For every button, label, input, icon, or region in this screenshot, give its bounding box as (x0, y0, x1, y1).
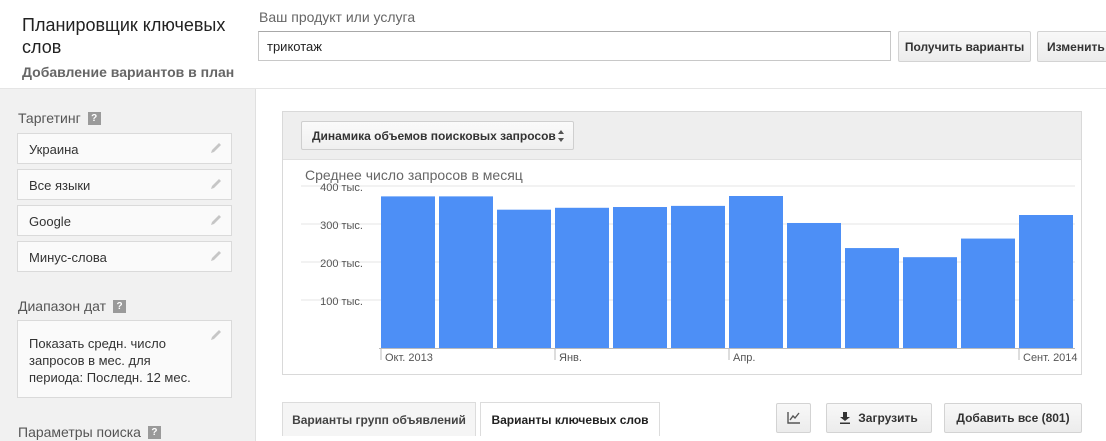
chart-bar (381, 196, 435, 348)
targeting-network[interactable]: Google (17, 205, 232, 236)
pencil-icon[interactable] (209, 249, 223, 263)
download-icon (840, 412, 851, 424)
chart-bar (903, 257, 957, 348)
chart-toggle-button[interactable] (776, 403, 811, 433)
chart-panel: Динамика объемов поисковых запросов Сред… (282, 111, 1082, 375)
date-range-line: запросов в мес. для (29, 353, 151, 368)
product-input[interactable] (258, 31, 891, 61)
chart-bar (555, 207, 609, 348)
download-label: Загрузить (858, 411, 918, 425)
y-tick-label: 400 тыс. (320, 182, 363, 194)
date-range-section-title: Диапазон дат ? (18, 298, 127, 314)
get-ideas-button[interactable]: Получить варианты (898, 31, 1031, 62)
date-range-title-text: Диапазон дат (18, 298, 107, 314)
pencil-icon[interactable] (209, 141, 223, 155)
x-tick-label: Окт. 2013 (385, 352, 433, 364)
targeting-language[interactable]: Все языки (17, 169, 232, 200)
question-icon[interactable]: ? (87, 111, 101, 125)
targeting-negative-keywords[interactable]: Минус-слова (17, 241, 232, 272)
page-subtitle: Добавление вариантов в план (22, 64, 235, 80)
pencil-icon[interactable] (209, 328, 223, 342)
chart-bar (787, 222, 841, 348)
targeting-section-title: Таргетинг ? (18, 110, 101, 126)
chart-bar (613, 207, 667, 348)
date-range-line: периода: Последн. 12 мес. (29, 370, 191, 385)
chart-bar (961, 238, 1015, 348)
change-search-button[interactable]: Изменить п (1037, 31, 1106, 62)
search-params-title-text: Параметры поиска (18, 424, 141, 440)
targeting-network-label: Google (29, 214, 71, 229)
sidebar: Таргетинг ? Украина Все языки Google Мин… (0, 89, 256, 441)
y-tick-label: 300 тыс. (320, 220, 363, 232)
targeting-negative-keywords-label: Минус-слова (29, 250, 107, 265)
targeting-location-label: Украина (29, 142, 79, 157)
add-all-button[interactable]: Добавить все (801) (944, 403, 1082, 433)
targeting-title-text: Таргетинг (18, 110, 81, 126)
targeting-location[interactable]: Украина (17, 133, 232, 164)
y-tick-label: 100 тыс. (320, 296, 363, 308)
chart-bar (671, 205, 725, 348)
product-field-label: Ваш продукт или услуга (259, 9, 416, 25)
line-chart-icon (786, 412, 800, 424)
tab-keyword-ideas[interactable]: Варианты ключевых слов (480, 402, 660, 436)
chart-bar (439, 196, 493, 348)
question-icon[interactable]: ? (113, 299, 127, 313)
search-params-section-title: Параметры поиска ? (18, 424, 161, 440)
pencil-icon[interactable] (209, 177, 223, 191)
x-tick-label: Апр. (733, 352, 755, 364)
tab-ad-group-ideas[interactable]: Варианты групп объявлений (282, 402, 476, 436)
page-title: Планировщик ключевых слов (22, 15, 226, 57)
x-tick-label: Янв. (559, 352, 582, 364)
date-range-line: Показать средн. число (29, 336, 167, 351)
chart-bar (497, 209, 551, 348)
bar-chart: 100 тыс. 200 тыс. 300 тыс. 400 тыс. Окт. 201… (301, 182, 1078, 364)
date-range-field[interactable]: Показать средн. число запросов в мес. дл… (17, 320, 232, 398)
y-tick-label: 200 тыс. (320, 258, 363, 270)
chart-bar (1019, 215, 1073, 348)
chart-bar (845, 248, 899, 348)
main-panel: Динамика объемов поисковых запросов Сред… (257, 89, 1106, 441)
targeting-language-label: Все языки (29, 178, 91, 193)
pencil-icon[interactable] (209, 213, 223, 227)
chart-bar (729, 196, 783, 348)
question-icon[interactable]: ? (147, 425, 161, 439)
download-button[interactable]: Загрузить (826, 403, 932, 433)
x-tick-label: Сент. 2014 (1023, 352, 1078, 364)
